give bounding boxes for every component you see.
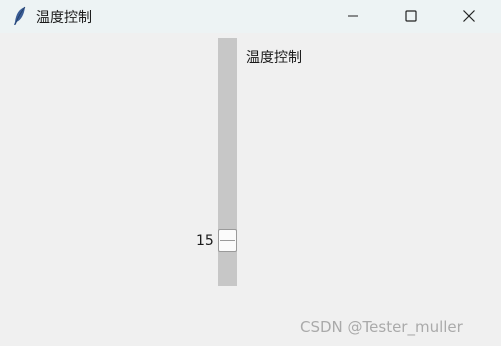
- close-icon: [463, 10, 475, 22]
- scale-slider-thumb[interactable]: [218, 229, 237, 252]
- maximize-button[interactable]: [388, 0, 434, 32]
- feather-icon: [12, 6, 28, 26]
- watermark: CSDN @Tester_muller: [300, 318, 463, 336]
- close-button[interactable]: [446, 0, 492, 32]
- app-window: 温度控制 15 温度控制 CSDN @Tester_muller: [0, 0, 501, 346]
- title-bar[interactable]: 温度控制: [0, 0, 501, 33]
- minimize-icon: [348, 15, 358, 17]
- window-title: 温度控制: [36, 10, 92, 26]
- minimize-button[interactable]: [330, 0, 376, 32]
- scale-label: 温度控制: [246, 50, 302, 66]
- maximize-icon: [405, 10, 417, 22]
- scale-value: 15: [196, 233, 214, 249]
